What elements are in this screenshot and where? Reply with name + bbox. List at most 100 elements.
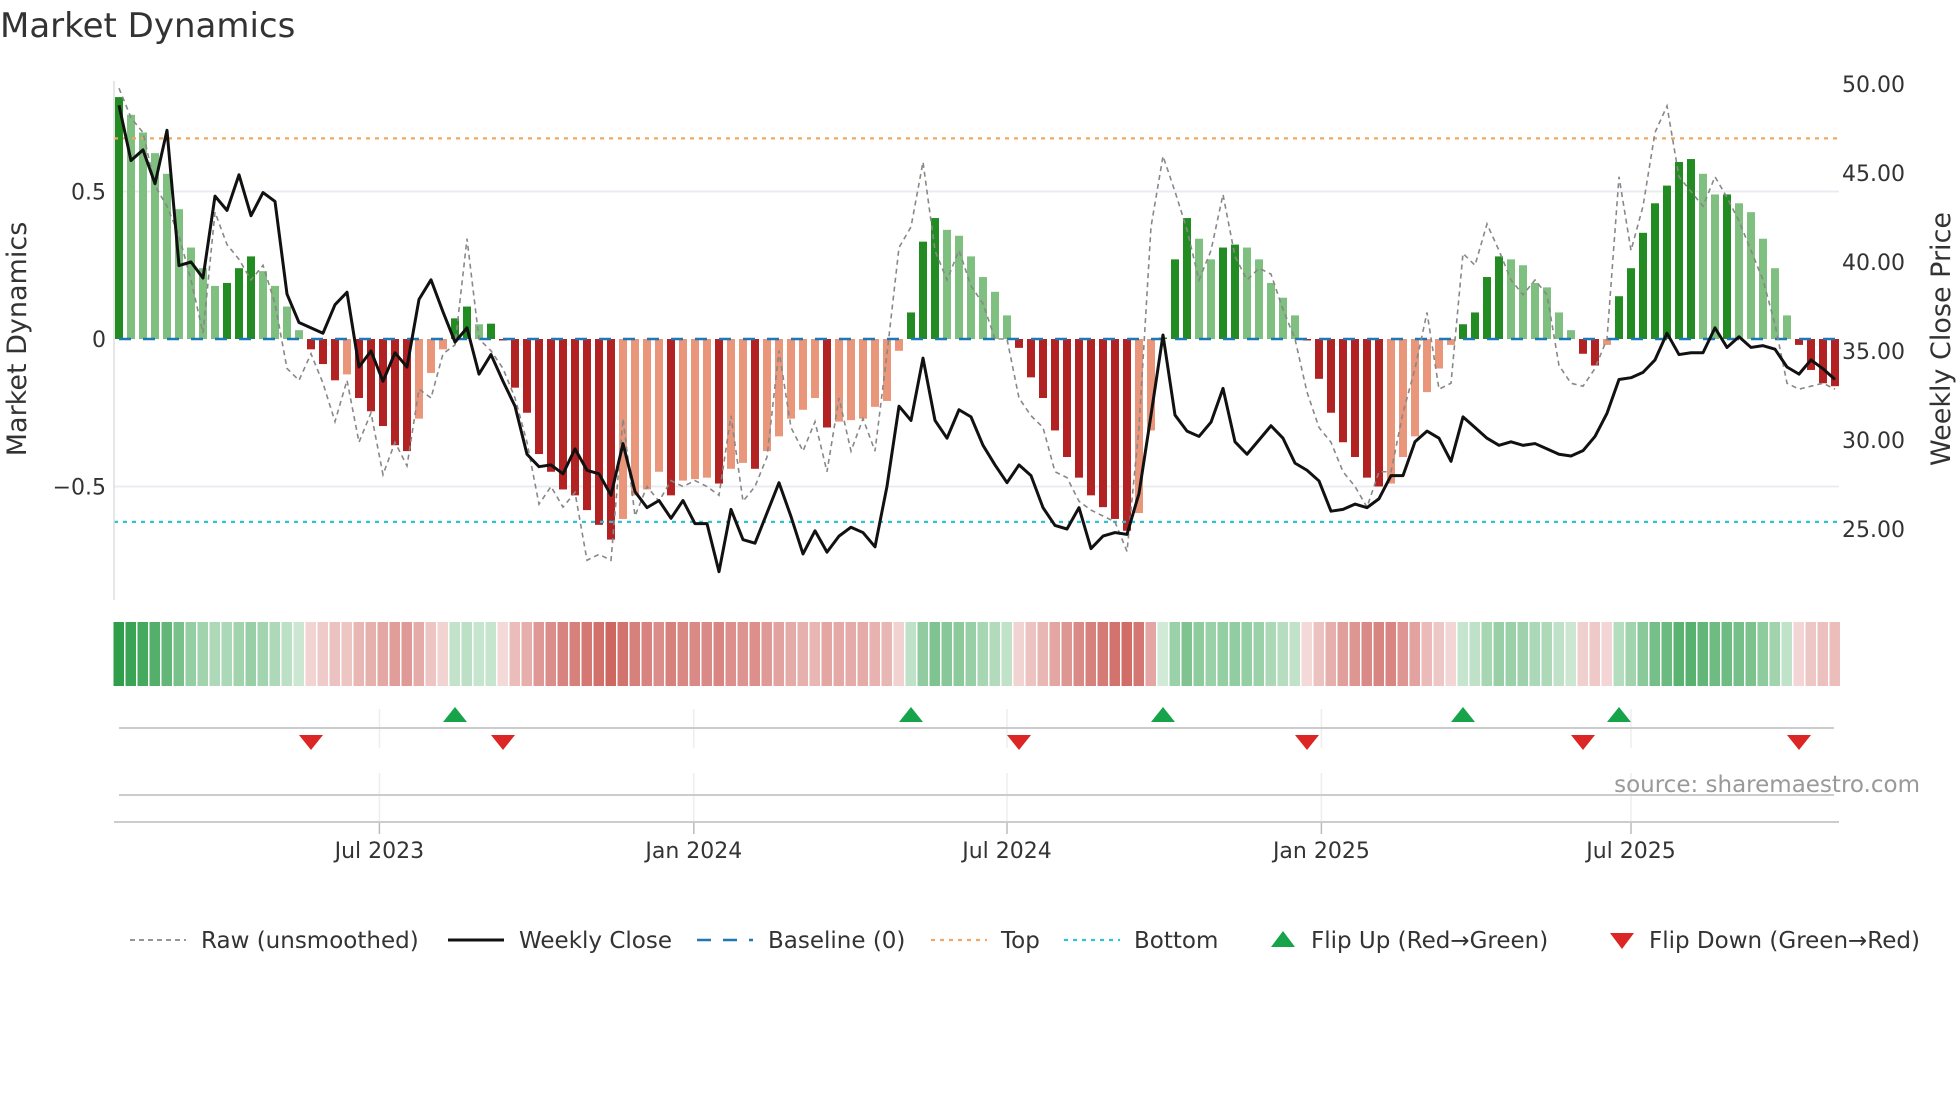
momentum-bar <box>1735 203 1743 339</box>
weekly-close-line <box>117 105 1836 574</box>
legend-item-top: Top <box>931 928 1040 954</box>
momentum-bar <box>1075 339 1083 478</box>
momentum-bar <box>1555 312 1563 339</box>
series-lines <box>114 87 1839 574</box>
momentum-bar <box>619 339 627 519</box>
momentum-bar <box>1663 185 1671 339</box>
heat-cell <box>1349 622 1360 686</box>
flip-markers <box>114 707 1839 823</box>
momentum-bar <box>895 339 903 351</box>
momentum-bar <box>703 339 711 478</box>
momentum-bar <box>1543 287 1551 339</box>
heat-cell <box>1757 622 1768 686</box>
momentum-bar <box>511 339 519 388</box>
momentum-bar <box>235 268 243 339</box>
heat-cell <box>773 622 784 686</box>
momentum-bar <box>667 339 675 496</box>
legend-label: Flip Up (Red→Green) <box>1311 928 1548 954</box>
heat-cell <box>437 622 448 686</box>
momentum-bar <box>1267 282 1275 339</box>
heat-cell <box>1205 622 1216 686</box>
momentum-bar <box>1327 339 1335 413</box>
momentum-bar <box>1567 330 1575 339</box>
y2-tick-label: 25.00 <box>1842 518 1905 543</box>
y-tick-label: 0 <box>92 328 106 353</box>
heat-cell <box>1013 622 1024 686</box>
heat-cell <box>569 622 580 686</box>
momentum-bar <box>1423 339 1431 393</box>
heat-cell <box>1733 622 1744 686</box>
heat-cell <box>1553 622 1564 686</box>
heat-cell <box>353 622 364 686</box>
heat-cell <box>521 622 532 686</box>
flip-up-marker <box>899 707 923 722</box>
legend-item-bottom: Bottom <box>1064 928 1218 954</box>
momentum-bar <box>1651 203 1659 339</box>
heat-cell <box>1457 622 1468 686</box>
momentum-bar <box>1759 238 1767 339</box>
legend-item-raw: Raw (unsmoothed) <box>130 928 419 954</box>
x-tick-label: Jul 2025 <box>1584 839 1676 864</box>
heat-cell <box>245 622 256 686</box>
heat-cell <box>305 622 316 686</box>
heat-cell <box>701 622 712 686</box>
x-tick-label: Jan 2024 <box>643 839 742 864</box>
momentum-bar <box>727 339 735 469</box>
momentum-bar <box>523 339 531 413</box>
heat-cell <box>953 622 964 686</box>
heat-cell <box>269 622 280 686</box>
x-tick-label: Jul 2023 <box>333 839 425 864</box>
momentum-bar <box>1219 247 1227 339</box>
heat-cell <box>965 622 976 686</box>
momentum-bar <box>259 271 267 339</box>
heat-cell <box>1793 622 1804 686</box>
momentum-bar <box>547 339 555 472</box>
flip-down-marker <box>299 735 323 750</box>
y2-tick-label: 45.00 <box>1842 162 1905 187</box>
momentum-bar <box>1243 247 1251 339</box>
heat-cell <box>389 622 400 686</box>
y2-axis-title: Weekly Close Price <box>1926 212 1957 466</box>
momentum-bar <box>1435 339 1443 369</box>
heat-cell <box>413 622 424 686</box>
momentum-bar <box>331 339 339 381</box>
heat-cell <box>425 622 436 686</box>
heat-cell <box>1697 622 1708 686</box>
momentum-bar <box>1579 339 1587 354</box>
momentum-bar <box>1051 339 1059 431</box>
momentum-bar <box>319 339 327 365</box>
momentum-bar <box>223 282 231 339</box>
momentum-bar <box>1519 265 1527 339</box>
heat-cell <box>161 622 172 686</box>
flip-up-marker <box>1451 707 1475 722</box>
heat-cell <box>629 622 640 686</box>
momentum-bar <box>643 339 651 490</box>
momentum-bar <box>1375 339 1383 487</box>
legend-item-baseline: Baseline (0) <box>697 928 905 954</box>
legend-label: Baseline (0) <box>768 928 905 954</box>
heat-cell <box>1613 622 1624 686</box>
heat-cell <box>1325 622 1336 686</box>
momentum-bar <box>859 339 867 419</box>
x-tick-label: Jul 2024 <box>960 839 1052 864</box>
heat-cell <box>1361 622 1372 686</box>
momentum-bar <box>1711 194 1719 339</box>
flip-down-marker <box>1295 735 1319 750</box>
momentum-bar <box>295 330 303 339</box>
heat-cell <box>641 622 652 686</box>
momentum-bar <box>1819 339 1827 384</box>
heat-cell <box>1805 622 1816 686</box>
heat-cell <box>473 622 484 686</box>
heat-cell <box>329 622 340 686</box>
flip-down-marker <box>1571 735 1595 750</box>
heat-cell <box>689 622 700 686</box>
heat-cell <box>1385 622 1396 686</box>
heat-cell <box>1589 622 1600 686</box>
heat-cell <box>1301 622 1312 686</box>
heat-cell <box>149 622 160 686</box>
heat-cell <box>1721 622 1732 686</box>
heat-cell <box>1025 622 1036 686</box>
heat-cell <box>1481 622 1492 686</box>
heat-cell <box>557 622 568 686</box>
heat-cell <box>1109 622 1120 686</box>
